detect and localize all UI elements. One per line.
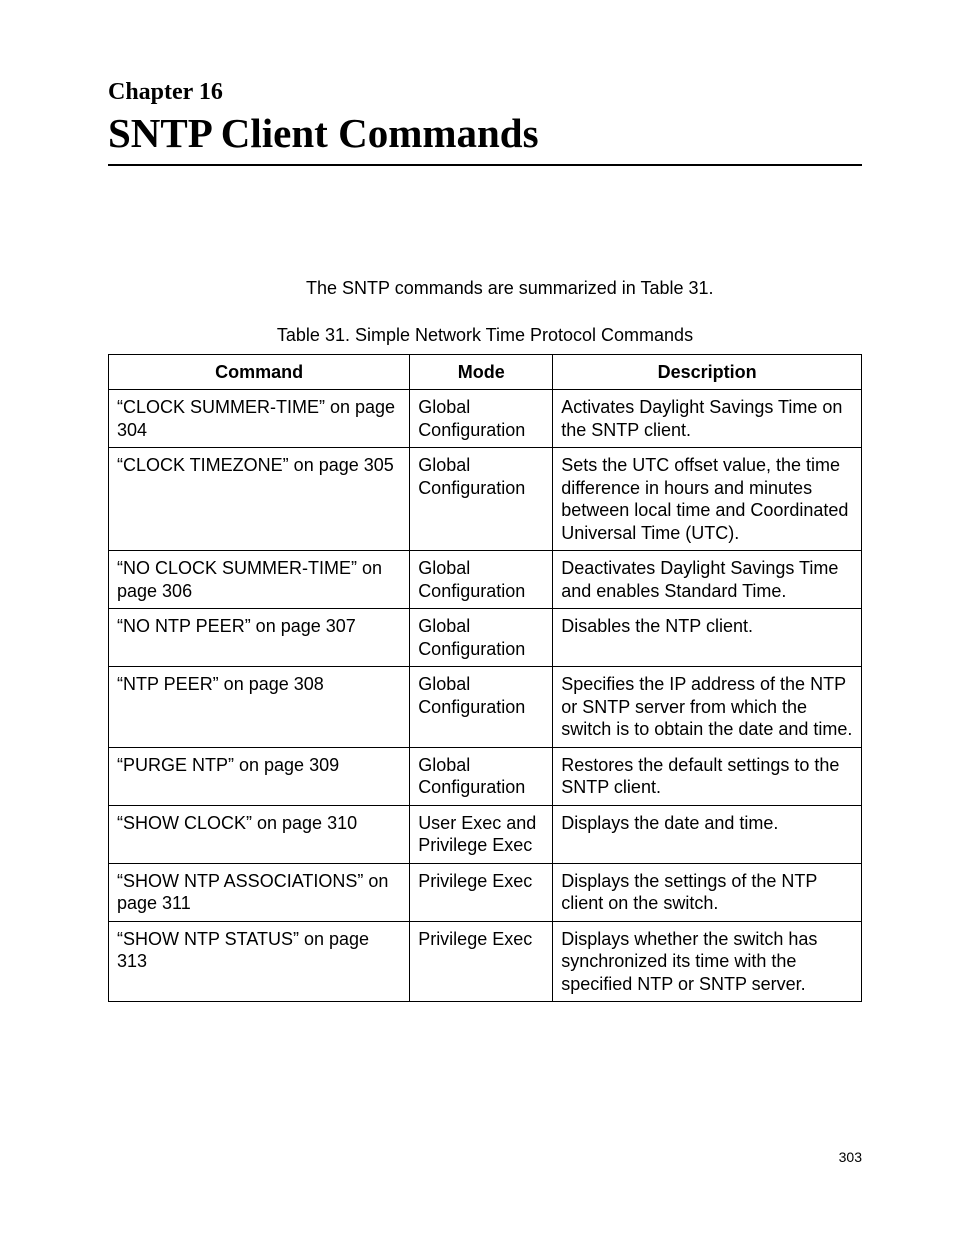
header-command: Command (109, 354, 410, 390)
cell-mode: Global Configuration (410, 667, 553, 748)
cell-mode: Global Configuration (410, 551, 553, 609)
cell-description: Activates Daylight Savings Time on the S… (553, 390, 862, 448)
table-row: “SHOW CLOCK” on page 310 User Exec and P… (109, 805, 862, 863)
cell-description: Disables the NTP client. (553, 609, 862, 667)
cell-mode: Global Configuration (410, 609, 553, 667)
chapter-label: Chapter 16 (108, 78, 862, 107)
cell-description: Displays the date and time. (553, 805, 862, 863)
intro-text: The SNTP commands are summarized in Tabl… (108, 278, 862, 299)
table-row: “SHOW NTP ASSOCIATIONS” on page 311 Priv… (109, 863, 862, 921)
page-number: 303 (839, 1149, 862, 1165)
cell-command: “CLOCK SUMMER-TIME” on page 304 (109, 390, 410, 448)
commands-table: Command Mode Description “CLOCK SUMMER-T… (108, 354, 862, 1003)
table-row: “CLOCK TIMEZONE” on page 305 Global Conf… (109, 448, 862, 551)
cell-mode: Global Configuration (410, 390, 553, 448)
cell-description: Restores the default settings to the SNT… (553, 747, 862, 805)
header-description: Description (553, 354, 862, 390)
table-header-row: Command Mode Description (109, 354, 862, 390)
cell-description: Specifies the IP address of the NTP or S… (553, 667, 862, 748)
cell-mode: Privilege Exec (410, 921, 553, 1002)
cell-command: “NO NTP PEER” on page 307 (109, 609, 410, 667)
cell-command: “SHOW NTP STATUS” on page 313 (109, 921, 410, 1002)
cell-command: “SHOW CLOCK” on page 310 (109, 805, 410, 863)
cell-description: Sets the UTC offset value, the time diff… (553, 448, 862, 551)
table-row: “SHOW NTP STATUS” on page 313 Privilege … (109, 921, 862, 1002)
cell-command: “NO CLOCK SUMMER-TIME” on page 306 (109, 551, 410, 609)
cell-mode: Global Configuration (410, 448, 553, 551)
table-row: “PURGE NTP” on page 309 Global Configura… (109, 747, 862, 805)
table-caption: Table 31. Simple Network Time Protocol C… (108, 325, 862, 346)
cell-mode: User Exec and Privilege Exec (410, 805, 553, 863)
cell-command: “SHOW NTP ASSOCIATIONS” on page 311 (109, 863, 410, 921)
table-row: “NTP PEER” on page 308 Global Configurat… (109, 667, 862, 748)
cell-description: Displays the settings of the NTP client … (553, 863, 862, 921)
table-row: “NO CLOCK SUMMER-TIME” on page 306 Globa… (109, 551, 862, 609)
cell-mode: Privilege Exec (410, 863, 553, 921)
cell-command: “NTP PEER” on page 308 (109, 667, 410, 748)
title-rule (108, 164, 862, 166)
page-container: Chapter 16 SNTP Client Commands The SNTP… (0, 0, 954, 1002)
header-mode: Mode (410, 354, 553, 390)
table-row: “NO NTP PEER” on page 307 Global Configu… (109, 609, 862, 667)
cell-description: Displays whether the switch has synchron… (553, 921, 862, 1002)
cell-mode: Global Configuration (410, 747, 553, 805)
cell-command: “PURGE NTP” on page 309 (109, 747, 410, 805)
table-row: “CLOCK SUMMER-TIME” on page 304 Global C… (109, 390, 862, 448)
cell-command: “CLOCK TIMEZONE” on page 305 (109, 448, 410, 551)
cell-description: Deactivates Daylight Savings Time and en… (553, 551, 862, 609)
chapter-title: SNTP Client Commands (108, 111, 862, 156)
